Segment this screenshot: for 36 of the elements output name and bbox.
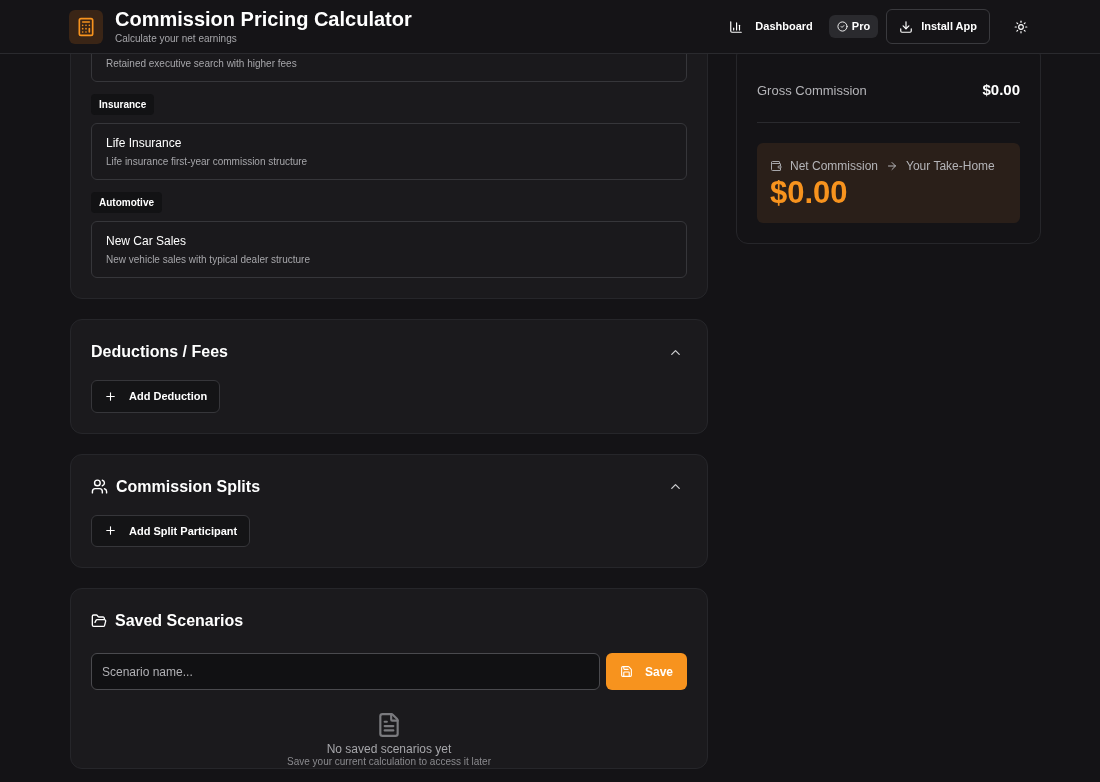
users-icon bbox=[91, 478, 108, 495]
take-home-label: Your Take-Home bbox=[906, 157, 995, 175]
download-icon bbox=[899, 19, 914, 34]
add-button[interactable]: Add Split Participant bbox=[91, 514, 251, 547]
scenario-name-field[interactable]: Scenario name... bbox=[91, 653, 600, 690]
section-title: Commission Splits bbox=[116, 476, 261, 497]
add-button[interactable]: Add Deduction bbox=[91, 380, 221, 413]
dashboard-button[interactable]: Dashboard bbox=[721, 14, 821, 39]
wallet-icon bbox=[770, 159, 782, 172]
plus-icon bbox=[104, 524, 117, 538]
gross-commission-value: $0.00 bbox=[982, 80, 1020, 100]
empty-state-title: No saved scenarios yet bbox=[326, 742, 452, 756]
install-app-button[interactable]: Install App bbox=[886, 9, 990, 44]
app-title: Commission Pricing Calculator bbox=[115, 7, 412, 31]
preset-option[interactable]: Life Insurance Life insurance first-year commission structure bbox=[91, 123, 687, 180]
section-title: Deductions / Fees bbox=[91, 342, 228, 362]
section-title: Saved Scenarios bbox=[115, 611, 244, 631]
bar-chart-icon bbox=[729, 19, 744, 34]
pro-badge: Pro bbox=[828, 15, 879, 38]
preset-option[interactable]: Retained executive search with higher fees bbox=[91, 54, 687, 82]
folder-icon bbox=[91, 613, 107, 629]
category-label: Automotive bbox=[91, 192, 162, 213]
app-subtitle: Calculate your net earnings bbox=[115, 32, 238, 46]
category-label: Insurance bbox=[91, 94, 155, 115]
calculator-icon bbox=[76, 16, 96, 37]
save-icon bbox=[619, 665, 633, 678]
sun-icon bbox=[1014, 19, 1028, 34]
gross-commission-label: Gross Commission bbox=[757, 81, 867, 100]
plus-icon bbox=[104, 389, 117, 403]
preset-option[interactable]: New Car Sales New vehicle sales with typical dealer structure bbox=[91, 221, 687, 278]
document-icon bbox=[376, 712, 402, 738]
net-commission-label: Net Commission bbox=[790, 157, 879, 175]
check-circle-icon bbox=[836, 21, 848, 32]
empty-state-text: Save your current calculation to access it later bbox=[287, 756, 491, 768]
net-commission-value: $0.00 bbox=[770, 174, 849, 211]
arrow-right-icon bbox=[886, 159, 899, 172]
